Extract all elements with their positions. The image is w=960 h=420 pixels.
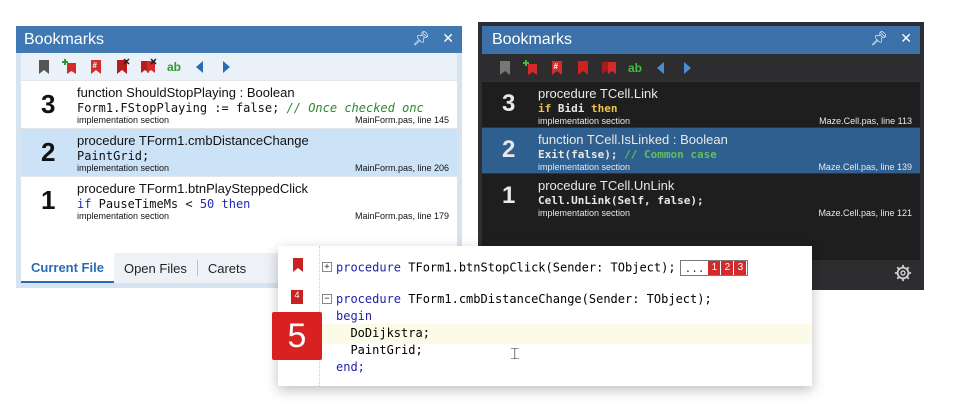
bookmark-item[interactable]: 1 procedure TForm1.btnPlaySteppedClick i… (21, 176, 457, 224)
svg-text:#: # (93, 61, 98, 70)
bookmark-icon[interactable] (496, 59, 514, 77)
tab-carets[interactable]: Carets (198, 253, 256, 283)
bookmark-code: Cell.UnLink(Self, false); (538, 194, 704, 207)
tab-open-files[interactable]: Open Files (114, 253, 197, 283)
pin-icon[interactable]: 📌︎ (870, 30, 888, 47)
next-icon[interactable] (678, 59, 696, 77)
collapsed-region-marker[interactable]: ... 1 2 3 (679, 260, 749, 276)
bookmark-section: implementation section (77, 115, 170, 125)
bookmark-section: implementation section (77, 163, 170, 173)
bookmark-marker: 1 (708, 261, 721, 275)
panel-title: Bookmarks (24, 30, 105, 48)
bookmark-number: 1 (41, 185, 56, 215)
bookmark-code: if Bidi then (538, 102, 618, 115)
bookmark-number: 2 (41, 137, 56, 167)
bookmark-code: if PauseTimeMs < 50 then (77, 197, 251, 211)
bookmark-function: function ShouldStopPlaying : Boolean (77, 85, 295, 100)
code-line: procedure TForm1.btnStopClick(Sender: TO… (336, 260, 749, 276)
bookmark-section: implementation section (77, 211, 170, 221)
bookmark-item[interactable]: 3 function ShouldStopPlaying : Boolean F… (21, 80, 457, 128)
text-cursor-icon: ⌶ (510, 346, 520, 363)
numbered-bookmark-icon[interactable]: # (548, 59, 566, 77)
previous-icon[interactable] (652, 59, 670, 77)
svg-text:#: # (554, 62, 559, 71)
bookmark-code: Form1.FStopPlaying := false; // Once che… (77, 101, 424, 115)
find-text-icon[interactable]: ab (165, 58, 183, 76)
bookmark-function: procedure TCell.Link (538, 86, 658, 101)
bookmark-section: implementation section (538, 116, 631, 126)
bookmark-location: Maze.Cell.pas, line 121 (818, 208, 912, 218)
find-text-icon[interactable]: ab (626, 59, 644, 77)
bookmark-code: PaintGrid; (77, 149, 150, 163)
tab-current-file[interactable]: Current File (21, 253, 114, 283)
bookmark-location: MainForm.pas, line 206 (354, 163, 449, 173)
bookmark-marker: 3 (734, 261, 747, 275)
panel-title: Bookmarks (492, 31, 573, 48)
bookmark-function: procedure TForm1.btnPlaySteppedClick (77, 181, 308, 196)
delete-all-icon[interactable] (139, 57, 157, 76)
bookmark-item[interactable]: 1 procedure TCell.UnLink Cell.UnLink(Sel… (482, 173, 920, 219)
bookmark-section: implementation section (538, 208, 631, 218)
pin-icon[interactable]: 📌︎ (412, 30, 430, 47)
bookmark-icon[interactable] (35, 58, 53, 76)
numbered-bookmark-icon[interactable]: 4 (291, 290, 303, 304)
code-line: procedure TForm1.cmbDistanceChange(Sende… (336, 292, 712, 306)
bookmark-location: MainForm.pas, line 145 (354, 115, 449, 125)
bookmark-marker: 2 (721, 261, 734, 275)
fold-icon[interactable]: + (322, 262, 332, 272)
next-icon[interactable] (217, 58, 235, 76)
code-line: end; (336, 360, 365, 374)
bookmark-number: 1 (502, 182, 516, 209)
bookmark-function: procedure TCell.UnLink (538, 178, 675, 193)
bookmark-icon[interactable] (292, 258, 304, 272)
delete-bookmark-icon[interactable] (113, 57, 131, 76)
gear-icon[interactable] (894, 264, 912, 282)
bookmark-item[interactable]: 3 procedure TCell.Link if Bidi then impl… (482, 81, 920, 127)
bookmarks-toolbar: # ab (21, 53, 457, 80)
bookmark-section: implementation section (538, 162, 631, 172)
add-bookmark-icon[interactable] (61, 58, 79, 76)
bookmark-item-selected[interactable]: 2 function TCell.IsLinked : Boolean Exit… (482, 127, 920, 173)
close-icon[interactable]: ✕ (900, 30, 912, 47)
close-icon[interactable]: ✕ (442, 30, 454, 47)
add-bookmark-icon[interactable] (522, 59, 540, 77)
delete-all-icon[interactable] (600, 59, 618, 77)
bookmark-number: 2 (502, 136, 516, 163)
panel-titlebar: Bookmarks 📌︎ ✕ (16, 26, 462, 53)
bookmark-location: Maze.Cell.pas, line 113 (819, 116, 912, 126)
bookmark-number: 3 (41, 89, 56, 119)
code-editor[interactable]: 4 + procedure TForm1.btnStopClick(Sender… (278, 246, 812, 386)
bookmark-location: Maze.Cell.pas, line 139 (818, 162, 912, 172)
previous-icon[interactable] (191, 58, 209, 76)
code-line: begin (336, 309, 373, 323)
bookmark-function: function TCell.IsLinked : Boolean (538, 132, 728, 147)
bookmark-function: procedure TForm1.cmbDistanceChange (77, 133, 309, 148)
bookmark-location: MainForm.pas, line 179 (354, 211, 449, 221)
bookmark-code: Exit(false); // Common case (538, 148, 717, 161)
fold-icon[interactable]: − (322, 294, 332, 304)
numbered-bookmark-icon[interactable]: # (87, 58, 105, 76)
code-line: PaintGrid; (336, 343, 423, 357)
bookmark-badge-large: 5 (272, 312, 322, 360)
code-line: DoDijkstra; (336, 326, 430, 340)
panel-titlebar: Bookmarks 📌︎ ✕ (482, 26, 920, 54)
delete-bookmark-icon[interactable] (574, 59, 592, 77)
bookmarks-toolbar: # ab (482, 54, 920, 81)
bookmark-number: 3 (502, 90, 516, 117)
bookmark-item-selected[interactable]: 2 procedure TForm1.cmbDistanceChange Pai… (21, 128, 457, 176)
